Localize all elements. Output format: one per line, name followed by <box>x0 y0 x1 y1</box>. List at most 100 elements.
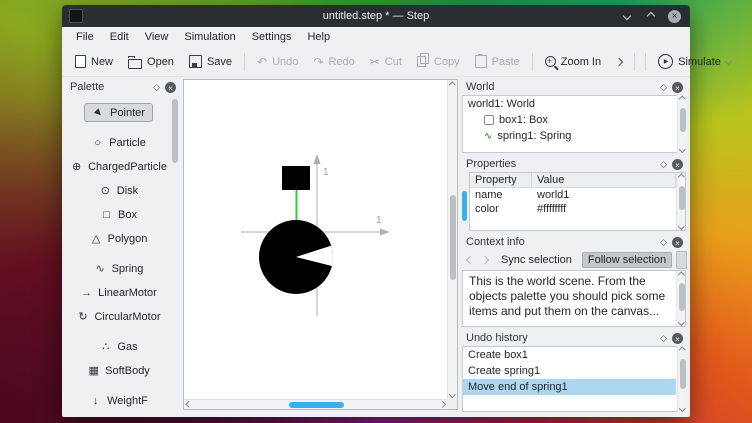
palette-item-disk[interactable]: ⊙Disk <box>91 181 146 200</box>
column-header-value[interactable]: Value <box>532 173 676 188</box>
canvas-horizontal-scrollbar[interactable] <box>184 399 447 409</box>
toolbar-separator <box>532 53 533 71</box>
palette-item-label: Polygon <box>108 233 148 245</box>
menu-view[interactable]: View <box>137 29 177 45</box>
scrollbar-thumb[interactable] <box>289 402 344 408</box>
palette-item-spring[interactable]: ∿Spring <box>86 259 152 278</box>
context-scrollbar[interactable] <box>676 271 685 326</box>
scroll-down-icon[interactable] <box>449 391 455 397</box>
titlebar[interactable]: untitled.step * — Step <box>62 5 690 27</box>
toolbar-overflow-button[interactable] <box>609 55 629 69</box>
new-document-icon <box>75 55 86 68</box>
paste-button[interactable]: Paste <box>468 51 527 72</box>
redo-button[interactable]: ↷Redo <box>306 52 361 72</box>
column-header-property[interactable]: Property <box>470 173 532 188</box>
close-panel-icon[interactable] <box>672 82 683 93</box>
scroll-down-icon[interactable] <box>679 146 685 152</box>
sync-selection-button[interactable]: Sync selection <box>495 252 578 268</box>
tree-item-box1[interactable]: box1: Box <box>463 112 676 128</box>
property-cell[interactable]: color <box>470 202 532 216</box>
back-button[interactable] <box>464 253 475 267</box>
palette-item-polygon[interactable]: △Polygon <box>82 229 156 248</box>
undo-item-create-box1[interactable]: Create box1 <box>463 347 676 363</box>
properties-scrollbar[interactable] <box>676 173 685 230</box>
scroll-up-icon[interactable] <box>678 174 684 180</box>
close-panel-icon[interactable] <box>672 159 683 170</box>
property-cell[interactable]: name <box>470 188 532 202</box>
new-button[interactable]: New <box>68 51 120 72</box>
canvas-vertical-scrollbar[interactable] <box>447 80 457 399</box>
menu-edit[interactable]: Edit <box>102 29 137 45</box>
undo-item-move-end-of-spring1[interactable]: Move end of spring1 <box>463 379 676 395</box>
palette-scrollbar[interactable] <box>172 99 178 406</box>
scroll-down-icon[interactable] <box>678 319 684 325</box>
float-panel-icon[interactable]: ◇ <box>660 238 667 247</box>
checkbox-icon[interactable] <box>484 115 494 125</box>
menu-settings[interactable]: Settings <box>244 29 300 45</box>
palette-item-weightforce[interactable]: ↓WeightF <box>81 391 156 410</box>
close-button[interactable] <box>668 10 681 23</box>
scene-canvas[interactable]: 1 1 <box>183 79 458 410</box>
box1-object[interactable] <box>282 166 310 190</box>
scrollbar-thumb[interactable] <box>679 283 685 311</box>
float-panel-icon[interactable]: ◇ <box>153 83 160 92</box>
close-panel-icon[interactable] <box>165 82 176 93</box>
palette-item-box[interactable]: □Box <box>92 205 145 224</box>
world-header[interactable]: World ◇ <box>462 79 686 95</box>
close-panel-icon[interactable] <box>672 237 683 248</box>
open-button[interactable]: Open <box>121 51 181 73</box>
palette-item-circularmotor[interactable]: ↻CircularMotor <box>68 307 168 326</box>
scrollbar-thumb[interactable] <box>450 195 456 280</box>
float-panel-icon[interactable]: ◇ <box>660 83 667 92</box>
value-cell[interactable]: world1 <box>532 188 676 202</box>
scroll-left-icon[interactable] <box>186 401 192 407</box>
scrollbar-thumb[interactable] <box>680 108 686 132</box>
scroll-up-icon[interactable] <box>679 347 685 353</box>
simulate-button[interactable]: Simulate <box>651 50 737 73</box>
scroll-up-icon[interactable] <box>679 96 685 102</box>
overflow-button[interactable] <box>676 251 687 269</box>
minimize-button[interactable] <box>620 10 633 23</box>
undo-history-header[interactable]: Undo history ◇ <box>462 330 686 346</box>
zoom-in-button[interactable]: Zoom In <box>538 52 608 72</box>
undo-item-label: Create box1 <box>468 349 528 361</box>
undo-button[interactable]: ↶Undo <box>250 52 305 72</box>
menu-file[interactable]: File <box>68 29 102 45</box>
maximize-button[interactable] <box>644 10 657 23</box>
forward-button[interactable] <box>479 253 490 267</box>
palette-item-softbody[interactable]: ▦SoftBody <box>79 361 158 380</box>
palette-item-pointer[interactable]: ►Pointer <box>84 103 153 122</box>
menu-help[interactable]: Help <box>299 29 338 45</box>
close-panel-icon[interactable] <box>672 333 683 344</box>
properties-header[interactable]: Properties ◇ <box>462 156 686 172</box>
follow-selection-button[interactable]: Follow selection <box>582 252 672 268</box>
palette-item-gas[interactable]: ∴Gas <box>91 337 145 356</box>
undo-item-create-spring1[interactable]: Create spring1 <box>463 363 676 379</box>
save-button[interactable]: Save <box>182 51 239 72</box>
world-scrollbar[interactable] <box>677 95 686 153</box>
value-cell[interactable]: #ffffffff <box>532 202 676 216</box>
scrollbar-thumb[interactable] <box>679 186 685 210</box>
tree-item-world1[interactable]: world1: World <box>463 96 676 112</box>
scroll-down-icon[interactable] <box>678 223 684 229</box>
cut-button[interactable]: ✂Cut <box>363 52 409 72</box>
palette-item-particle[interactable]: ○Particle <box>83 133 154 152</box>
copy-button[interactable]: Copy <box>410 52 467 72</box>
palette-item-chargedparticle[interactable]: ⊕ChargedParticle <box>66 157 171 176</box>
scrollbar-thumb[interactable] <box>172 99 178 163</box>
palette-item-label: Gas <box>117 341 137 353</box>
scroll-down-icon[interactable] <box>679 405 685 411</box>
scrollbar-thumb[interactable] <box>680 359 686 389</box>
context-info-header[interactable]: Context info ◇ <box>462 234 686 250</box>
float-panel-icon[interactable]: ◇ <box>660 334 667 343</box>
palette-item-linearmotor[interactable]: →LinearMotor <box>72 283 165 302</box>
scrollbar-thumb[interactable] <box>462 191 467 221</box>
float-panel-icon[interactable]: ◇ <box>660 160 667 169</box>
menu-simulation[interactable]: Simulation <box>176 29 243 45</box>
undo-history-scrollbar[interactable] <box>677 346 686 412</box>
scroll-right-icon[interactable] <box>439 401 445 407</box>
scroll-up-icon[interactable] <box>678 272 684 278</box>
scroll-up-icon[interactable] <box>449 82 455 88</box>
tree-item-spring1[interactable]: ∿spring1: Spring <box>463 128 676 144</box>
palette-header[interactable]: Palette ◇ <box>66 79 179 95</box>
